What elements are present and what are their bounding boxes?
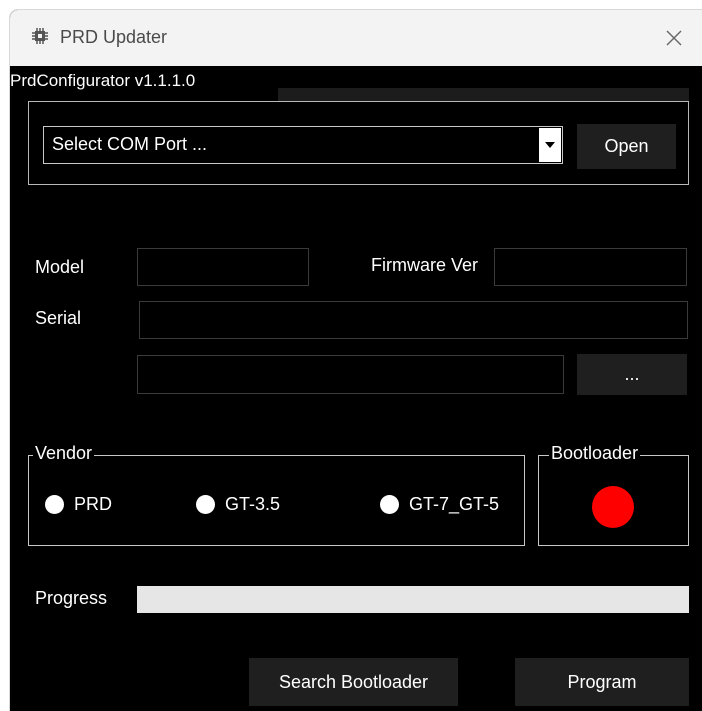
search-bootloader-button[interactable]: Search Bootloader <box>249 658 458 706</box>
title-bar: PRD Updater <box>10 10 702 66</box>
app-window: PRD Updater PrdConfigurator v1.1.1.0 Sel… <box>10 10 702 711</box>
divider-strip <box>278 88 689 102</box>
progress-label: Progress <box>35 588 108 608</box>
chip-icon <box>32 28 48 44</box>
vendor-radio-prd[interactable]: PRD <box>45 494 112 515</box>
firmware-label: Firmware Ver <box>371 255 479 275</box>
vendor-radio-gt7-gt5[interactable]: GT-7_GT-5 <box>380 494 499 515</box>
bootloader-group-title: Bootloader <box>549 443 641 464</box>
vendor-option-label: PRD <box>74 494 113 514</box>
serial-field[interactable] <box>139 301 688 339</box>
bootloader-status-led <box>592 486 634 528</box>
vendor-radio-gt35[interactable]: GT-3.5 <box>196 494 280 515</box>
radio-button-icon[interactable] <box>380 495 399 514</box>
vendor-option-label: GT-3.5 <box>225 494 281 514</box>
app-version-label: PrdConfigurator v1.1.1.0 <box>10 71 196 90</box>
model-label: Model <box>35 257 85 277</box>
model-field[interactable] <box>137 248 309 286</box>
com-port-select-value: Select COM Port ... <box>52 134 208 154</box>
dropdown-arrow-icon[interactable] <box>539 128 561 162</box>
main-content: PrdConfigurator v1.1.1.0 Select COM Port… <box>10 66 702 711</box>
close-button[interactable] <box>656 20 692 56</box>
radio-button-icon[interactable] <box>196 495 215 514</box>
open-button[interactable]: Open <box>577 124 676 169</box>
vendor-group: Vendor PRD GT-3.5 GT-7_GT-5 <box>28 443 525 546</box>
com-port-group: Select COM Port ... Open <box>28 101 689 185</box>
firmware-field[interactable] <box>494 248 687 286</box>
close-icon <box>666 30 682 46</box>
window-title: PRD Updater <box>60 27 168 47</box>
browse-button[interactable]: ... <box>577 354 687 395</box>
bootloader-group: Bootloader <box>538 443 689 546</box>
com-port-select[interactable]: Select COM Port ... <box>43 126 563 164</box>
vendor-group-title: Vendor <box>33 443 95 464</box>
progress-bar <box>137 586 689 613</box>
program-button[interactable]: Program <box>515 658 689 706</box>
file-path-field[interactable] <box>137 355 564 394</box>
radio-button-icon[interactable] <box>45 495 64 514</box>
serial-label: Serial <box>35 308 82 328</box>
vendor-option-label: GT-7_GT-5 <box>409 494 500 514</box>
